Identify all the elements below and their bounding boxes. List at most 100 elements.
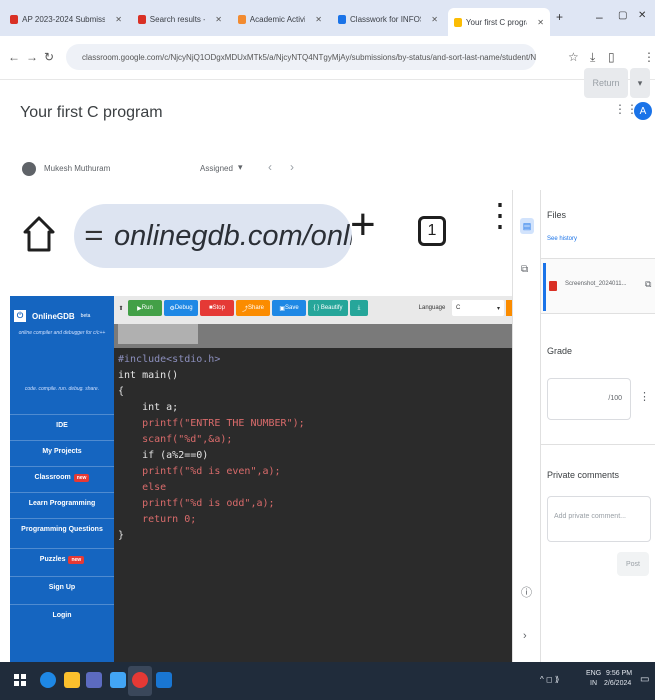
student-name[interactable]: Mukesh Muthuram bbox=[44, 164, 110, 173]
menu-item-login[interactable]: Login bbox=[10, 604, 114, 626]
store-icon[interactable] bbox=[86, 672, 102, 688]
close-tab-icon[interactable]: ✕ bbox=[537, 18, 544, 27]
browser-tab[interactable]: AP 2023-2024 Submission ✕ bbox=[4, 6, 128, 32]
code-editor[interactable]: #include<stdio.h> int main() { int a; prin… bbox=[118, 348, 512, 662]
menu-label: IDE bbox=[56, 422, 68, 429]
close-window-icon[interactable]: ✕ bbox=[638, 10, 646, 21]
beta-tag: beta bbox=[80, 313, 91, 319]
close-tab-icon[interactable]: ✕ bbox=[115, 15, 122, 24]
code-line: int main() bbox=[118, 370, 179, 381]
download-icon[interactable]: ⤓ bbox=[590, 50, 595, 65]
return-options-icon[interactable]: ▾ bbox=[630, 68, 650, 98]
run-button[interactable]: ▶ Run bbox=[128, 300, 162, 316]
clock-date[interactable]: 2/6/2024 bbox=[604, 680, 631, 687]
language-indicator[interactable]: ENG bbox=[586, 670, 601, 677]
submission-status: Assigned bbox=[200, 164, 233, 173]
menu-item-sign-up[interactable]: Sign Up bbox=[10, 576, 114, 598]
browser-menu-icon[interactable]: ⋮ bbox=[643, 50, 655, 64]
mail-icon[interactable] bbox=[110, 672, 126, 688]
reload-icon[interactable]: ↻ bbox=[44, 50, 54, 64]
notification-icon[interactable]: ▭ bbox=[640, 674, 649, 685]
mobile-browser-bar: ⚌ onlinegdb.com/online_c + 1 ⋮ bbox=[0, 190, 516, 296]
chevron-down-icon: ▾ bbox=[496, 305, 500, 312]
files-heading: Files bbox=[547, 210, 567, 220]
language-select[interactable]: C ▾ bbox=[452, 300, 504, 316]
save-button[interactable]: ▣ Save bbox=[272, 300, 306, 316]
code-line: scanf("%d",&a); bbox=[118, 434, 233, 445]
image-file-icon bbox=[549, 281, 557, 291]
word-icon[interactable] bbox=[156, 672, 172, 688]
return-button[interactable]: Return bbox=[584, 68, 628, 98]
stop-button[interactable]: ■ Stop bbox=[200, 300, 234, 316]
new-badge: new bbox=[68, 555, 85, 564]
gdb-logo-icon: ⏻ bbox=[14, 310, 26, 322]
close-tab-icon[interactable]: ✕ bbox=[431, 15, 438, 24]
menu-label: Login bbox=[52, 612, 72, 619]
grade-max: /100 bbox=[608, 395, 622, 402]
sidepanel-icon[interactable]: ▯ bbox=[608, 50, 615, 64]
file-tab[interactable] bbox=[118, 324, 198, 344]
menu-item-my-projects[interactable]: My Projects bbox=[10, 440, 114, 462]
edge-browser-icon[interactable] bbox=[40, 672, 56, 688]
grade-input[interactable]: /100 bbox=[547, 378, 631, 420]
tab-favicon-icon bbox=[454, 17, 462, 27]
account-avatar[interactable]: A bbox=[634, 102, 652, 120]
private-comments-heading: Private comments bbox=[547, 470, 620, 480]
address-bar[interactable]: classroom.google.com/c/NjcyNjQ1ODgxMDUxM… bbox=[66, 44, 536, 70]
back-icon[interactable]: ← bbox=[8, 50, 20, 64]
menu-item-ide[interactable]: IDE bbox=[10, 414, 114, 436]
collapse-panel-icon[interactable]: › bbox=[523, 630, 527, 642]
next-student-icon[interactable]: › bbox=[290, 160, 294, 174]
private-comment-input[interactable]: Add private comment... bbox=[547, 496, 651, 542]
language-value: C bbox=[456, 305, 461, 311]
menu-label: Puzzles bbox=[39, 556, 66, 563]
tray-icons[interactable]: ^ ◻ ⟫ bbox=[540, 675, 559, 684]
menu-item-puzzles[interactable]: Puzzles new bbox=[10, 548, 114, 570]
download-code-icon[interactable]: ⤓ bbox=[350, 300, 368, 316]
browser-tab[interactable]: Classwork for INFOSOMC1 ✕ bbox=[332, 6, 444, 32]
file-name: Screenshot_2024011... bbox=[565, 281, 627, 287]
language-region: IN bbox=[590, 680, 597, 687]
close-tab-icon[interactable]: ✕ bbox=[315, 15, 322, 24]
forward-icon[interactable]: → bbox=[26, 50, 38, 64]
menu-item-learn-programming[interactable]: Learn Programming bbox=[10, 492, 114, 514]
file-explorer-icon[interactable] bbox=[64, 672, 80, 688]
post-button[interactable]: Post bbox=[617, 552, 649, 576]
tab-label: Academic Activities bbox=[249, 14, 306, 24]
right-rail: ▤ ⧉ ⓘ › bbox=[512, 190, 540, 662]
minimize-icon[interactable]: – bbox=[596, 10, 603, 24]
beautify-button[interactable]: { } Beautify bbox=[308, 300, 348, 316]
chrome-browser-icon[interactable] bbox=[132, 672, 148, 688]
help-icon[interactable]: ⓘ bbox=[521, 584, 532, 600]
tab-label: Search results - onlinegdb bbox=[149, 14, 206, 24]
bookmark-star-icon[interactable]: ☆ bbox=[568, 50, 579, 64]
status-dropdown-icon[interactable]: ▾ bbox=[238, 162, 243, 173]
tab-label: Classwork for INFOSOMC1 bbox=[350, 14, 421, 24]
share-label: Share bbox=[248, 305, 265, 311]
browser-tab[interactable]: Search results - onlinegdb ✕ bbox=[132, 6, 228, 32]
lang-text: ENG bbox=[586, 670, 602, 677]
stop-label: Stop bbox=[212, 305, 225, 311]
open-file-icon[interactable]: ⧉ bbox=[645, 279, 651, 290]
browser-tab-strip: AP 2023-2024 Submission ✕ Search results… bbox=[0, 0, 655, 36]
maximize-icon[interactable]: ▢ bbox=[618, 10, 627, 21]
clock-time[interactable]: 9:56 PM bbox=[606, 670, 632, 677]
browser-tab[interactable]: Academic Activities ✕ bbox=[232, 6, 328, 32]
debug-button[interactable]: ⚙ Debug bbox=[164, 300, 198, 316]
close-tab-icon[interactable]: ✕ bbox=[215, 15, 222, 24]
upload-icon[interactable]: ⬆ bbox=[116, 300, 126, 316]
see-history-link[interactable]: See history bbox=[547, 236, 577, 242]
share-button[interactable]: ⤴ Share bbox=[236, 300, 270, 316]
browser-tab-active[interactable]: Your first C program ✕ bbox=[448, 8, 550, 36]
menu-item-programming-questions[interactable]: Programming Questions bbox=[10, 518, 114, 540]
rubric-icon[interactable]: ⧉ bbox=[521, 264, 528, 275]
start-windows-icon[interactable] bbox=[14, 674, 26, 686]
file-attachment-row[interactable]: Screenshot_2024011... ⧉ bbox=[541, 258, 655, 314]
lang-region-text: IN bbox=[590, 680, 597, 687]
code-line: #include<stdio.h> bbox=[118, 354, 221, 365]
files-panel-icon[interactable]: ▤ bbox=[520, 218, 534, 234]
menu-item-classroom[interactable]: Classroom new bbox=[10, 466, 114, 488]
new-tab-icon[interactable]: + bbox=[556, 10, 563, 24]
previous-student-icon[interactable]: ‹ bbox=[268, 160, 272, 174]
grade-options-icon[interactable]: ⋮ bbox=[639, 390, 650, 403]
